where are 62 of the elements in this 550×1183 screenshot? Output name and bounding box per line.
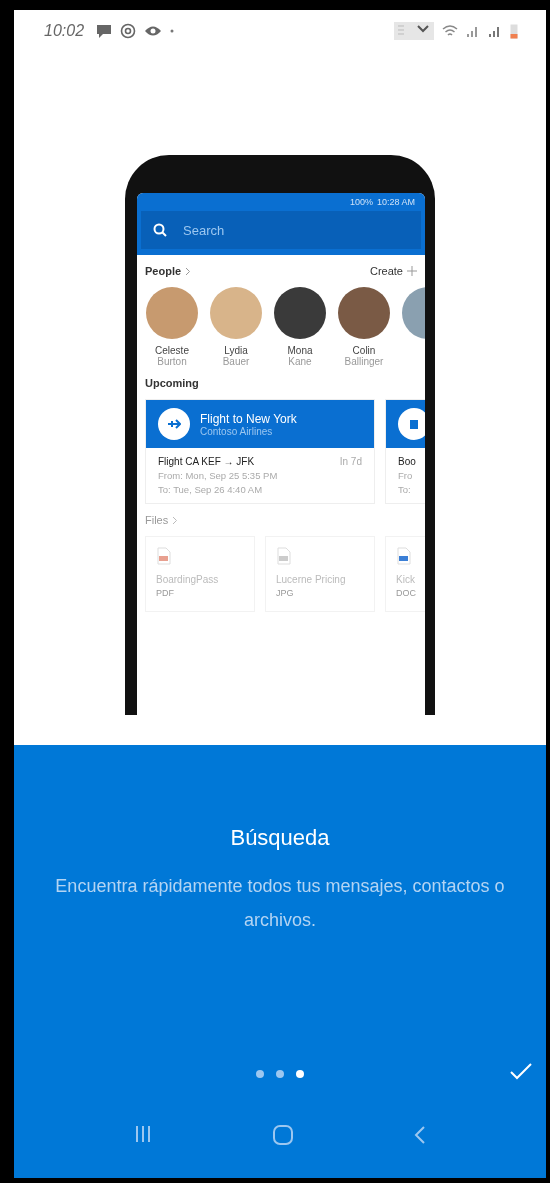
- message-icon: [96, 23, 113, 39]
- file-name: Kick: [396, 574, 416, 585]
- page-dot[interactable]: [276, 1070, 284, 1078]
- person-last-name: Kane: [288, 356, 312, 367]
- status-time: 10:02: [44, 22, 85, 40]
- onboarding-title: Búsqueda: [230, 825, 330, 851]
- card-title: Flight to New York: [200, 411, 297, 426]
- onboarding-description: Encuentra rápidamente todos tus mensajes, contactos o archivos.: [54, 875, 506, 932]
- home-button[interactable]: [272, 1124, 294, 1146]
- expand-icon: [394, 22, 434, 40]
- file-card[interactable]: Lucerne Pricing JPG: [265, 536, 375, 612]
- event-card[interactable]: Flight to New York Contoso Airlines Flight CA KEF → JFK In 7d From: Mon, Sep 25 5:35 PM To: Tue, Sep 26 4:40 AM: [145, 399, 375, 504]
- chevron-icon: [185, 266, 192, 276]
- person-last-name: Bauer: [222, 356, 250, 367]
- search-field[interactable]: Search: [141, 211, 421, 249]
- person-first-name: Celeste: [155, 345, 189, 356]
- section-title: Upcoming: [145, 377, 200, 389]
- chevron-icon: [172, 515, 179, 525]
- file-icon: [276, 547, 292, 565]
- person-first-name: Colin: [352, 345, 376, 356]
- search-icon: [153, 223, 167, 237]
- phone-time: 10:28 AM: [376, 197, 415, 207]
- event-detail: To: Tue, Sep 26 4:40 AM: [158, 484, 264, 495]
- card-subtitle: Contoso Airlines: [200, 425, 274, 437]
- file-icon: [396, 547, 412, 565]
- page-dot[interactable]: [296, 1070, 304, 1078]
- event-heading: Boo: [398, 456, 416, 467]
- create-link[interactable]: Create: [369, 265, 403, 277]
- plus-icon: [407, 266, 417, 276]
- event-when: In 7d: [339, 456, 362, 467]
- person-first-name: Lydia: [224, 345, 248, 356]
- file-name: BoardingPass: [156, 574, 220, 585]
- person-last-name: Burton: [157, 356, 187, 367]
- file-type: DOC: [396, 588, 417, 598]
- avatar[interactable]: [274, 287, 326, 339]
- eye-icon: [144, 25, 163, 37]
- event-detail: Fro: [398, 470, 414, 481]
- event-detail: To:: [398, 484, 412, 495]
- file-type: PDF: [156, 588, 175, 598]
- back-button[interactable]: [412, 1124, 427, 1146]
- file-card[interactable]: BoardingPass PDF: [145, 536, 255, 612]
- battery-icon: [510, 23, 518, 39]
- person-last-name: Ballinger: [344, 356, 384, 367]
- person-first-name: Mona: [287, 345, 313, 356]
- battery-percent: 100%: [349, 197, 373, 207]
- page-dot[interactable]: [256, 1070, 264, 1078]
- file-type: JPG: [276, 588, 295, 598]
- file-icon: [156, 547, 172, 565]
- event-heading: Flight CA KEF → JFK: [158, 456, 255, 467]
- file-name: Lucerne Pricing: [276, 574, 347, 585]
- avatar[interactable]: [338, 287, 390, 339]
- event-card[interactable]: Boo Fro To:: [385, 399, 425, 504]
- section-title[interactable]: People: [145, 265, 182, 277]
- target-icon: [120, 23, 137, 39]
- section-title[interactable]: Files: [145, 514, 169, 526]
- dot-icon: [170, 29, 175, 33]
- file-card[interactable]: Kick DOC: [385, 536, 425, 612]
- wifi-icon: [442, 24, 458, 38]
- event-detail: From: Mon, Sep 25 5:35 PM: [158, 470, 279, 481]
- signal-icon: [466, 24, 480, 38]
- search-placeholder: Search: [183, 222, 225, 238]
- signal-icon: [488, 24, 502, 38]
